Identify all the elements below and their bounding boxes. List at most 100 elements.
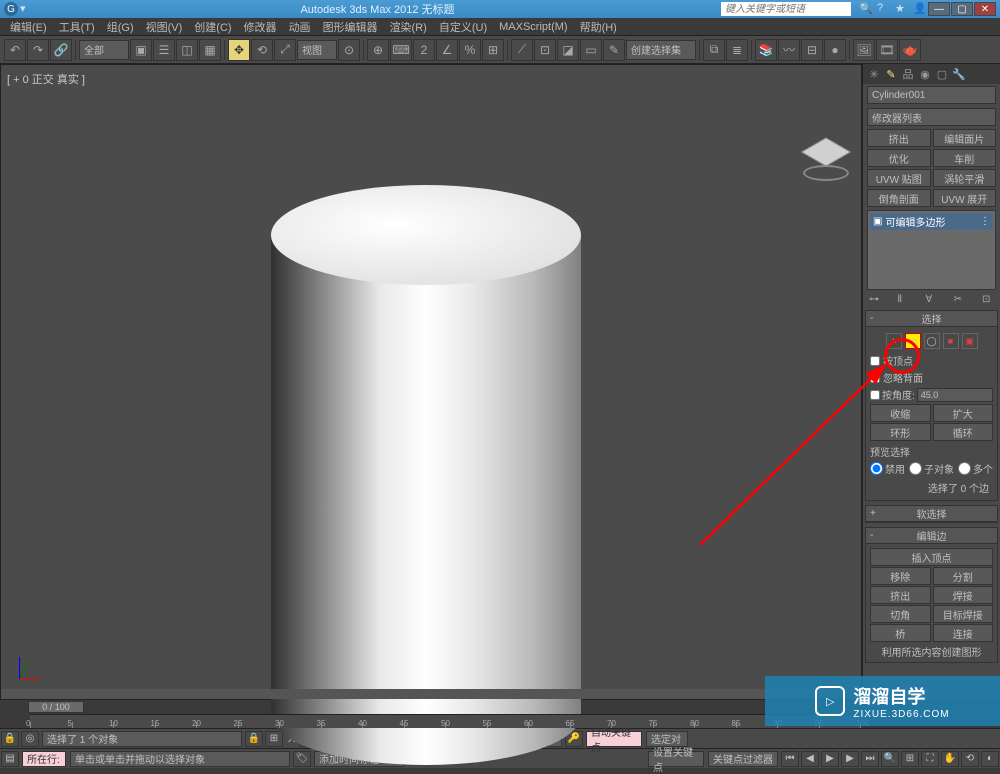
- zoom-all-icon[interactable]: ⊞: [901, 751, 919, 767]
- menu-group[interactable]: 组(G): [101, 19, 140, 35]
- menu-help[interactable]: 帮助(H): [574, 19, 623, 35]
- by-vertex-checkbox[interactable]: [870, 356, 880, 366]
- lock-sel-icon[interactable]: 🔒: [245, 731, 263, 747]
- rollout-head-editedge[interactable]: -编辑边: [866, 528, 997, 544]
- mod-optimize-button[interactable]: 优化: [867, 149, 931, 167]
- snap-toggle-button[interactable]: ⊞: [482, 39, 504, 61]
- script-icon[interactable]: ▤: [1, 751, 19, 767]
- keyboard-shortcut-button[interactable]: ⌨: [390, 39, 412, 61]
- snap-angle-button[interactable]: ∠: [436, 39, 458, 61]
- move-button[interactable]: ✥: [228, 39, 250, 61]
- mod-uvwunwrap-button[interactable]: UVW 展开: [933, 189, 997, 207]
- menu-tools[interactable]: 工具(T): [53, 19, 101, 35]
- create-tab-icon[interactable]: ✳: [867, 67, 881, 81]
- goto-start-icon[interactable]: ⏮: [781, 751, 799, 767]
- subobj-vertex-icon[interactable]: ∴: [886, 333, 902, 349]
- user-icon[interactable]: 👤: [913, 2, 927, 16]
- remove-mod-icon[interactable]: ✂: [954, 294, 966, 306]
- display-tab-icon[interactable]: ▢: [935, 67, 949, 81]
- connect-button[interactable]: 连接: [933, 624, 994, 642]
- pan-icon[interactable]: ✋: [941, 751, 959, 767]
- app-logo-icon[interactable]: G: [4, 2, 18, 16]
- subobj-edge-icon[interactable]: ◁: [905, 333, 921, 349]
- disable-radio[interactable]: [870, 462, 883, 475]
- shrink-button[interactable]: 收缩: [870, 404, 931, 422]
- viewport-label[interactable]: [ + 0 正交 真实 ]: [7, 71, 85, 87]
- configure-icon[interactable]: ⊡: [982, 294, 994, 306]
- rollout-head-selection[interactable]: -选择: [866, 311, 997, 327]
- orbit-icon[interactable]: ⟲: [961, 751, 979, 767]
- selection-filter[interactable]: 全部: [79, 40, 129, 60]
- subobj-element-icon[interactable]: ▣: [962, 333, 978, 349]
- menu-custom[interactable]: 自定义(U): [433, 19, 493, 35]
- snap-2d-button[interactable]: 2: [413, 39, 435, 61]
- lock-icon[interactable]: 🔒: [1, 731, 19, 747]
- menu-animation[interactable]: 动画: [283, 19, 317, 35]
- snap-edge-button[interactable]: ⟋: [511, 39, 533, 61]
- hierarchy-tab-icon[interactable]: 品: [901, 67, 915, 81]
- insert-vertex-button[interactable]: 插入顶点: [870, 548, 993, 566]
- curve-editor-button[interactable]: 〰: [778, 39, 800, 61]
- max-viewport-icon[interactable]: ⛶: [921, 751, 939, 767]
- goto-end-icon[interactable]: ⏭: [861, 751, 879, 767]
- remove-button[interactable]: 移除: [870, 567, 931, 585]
- menu-graph[interactable]: 图形编辑器: [317, 19, 384, 35]
- menu-render[interactable]: 渲染(R): [384, 19, 433, 35]
- mod-editpatch-button[interactable]: 编辑面片: [933, 129, 997, 147]
- help-icon[interactable]: ?: [877, 2, 891, 16]
- tag-icon[interactable]: 🏷: [293, 751, 311, 767]
- weld-button[interactable]: 焊接: [933, 586, 994, 604]
- autokey-button[interactable]: 自动关键点: [586, 731, 642, 747]
- menu-modifier[interactable]: 修改器: [238, 19, 283, 35]
- split-button[interactable]: 分割: [933, 567, 994, 585]
- select-name-button[interactable]: ☰: [153, 39, 175, 61]
- expand-icon[interactable]: ▣: [873, 216, 882, 227]
- timeline-ruler[interactable]: 0510152025303540455055606570758085909510…: [30, 714, 860, 728]
- ignore-backfacing-checkbox[interactable]: [870, 373, 880, 383]
- utilities-tab-icon[interactable]: 🔧: [952, 67, 966, 81]
- prev-frame-icon[interactable]: ◀: [801, 751, 819, 767]
- modify-tab-icon[interactable]: ✎: [884, 67, 898, 81]
- loop-button[interactable]: 循环: [933, 423, 994, 441]
- pin-stack-icon[interactable]: ⊶: [869, 294, 881, 306]
- schematic-button[interactable]: ⊟: [801, 39, 823, 61]
- rollout-head-soft[interactable]: +软选择: [866, 506, 997, 522]
- scale-button[interactable]: ⤢: [274, 39, 296, 61]
- render-frame-button[interactable]: 🎞: [876, 39, 898, 61]
- bridge-button[interactable]: 桥: [870, 624, 931, 642]
- object-name-field[interactable]: Cylinder001: [867, 86, 996, 104]
- mod-extrude-button[interactable]: 挤出: [867, 129, 931, 147]
- time-slider-thumb[interactable]: 0 / 100: [28, 701, 84, 713]
- grow-button[interactable]: 扩大: [933, 404, 994, 422]
- keyfilter-button[interactable]: 关键点过滤器: [708, 751, 778, 767]
- named-selection-set[interactable]: 创建选择集: [626, 40, 696, 60]
- snap-vertex-button[interactable]: ⊡: [534, 39, 556, 61]
- now-field[interactable]: 所在行:: [22, 751, 66, 767]
- ring-button[interactable]: 环形: [870, 423, 931, 441]
- use-pivot-button[interactable]: ⊙: [338, 39, 360, 61]
- redo-button[interactable]: ↷: [27, 39, 49, 61]
- snap-3d-button[interactable]: %: [459, 39, 481, 61]
- zoom-icon[interactable]: 🔍: [881, 751, 899, 767]
- quick-align-button[interactable]: ✎: [603, 39, 625, 61]
- maximize-button[interactable]: ▢: [951, 2, 973, 16]
- menu-maxscript[interactable]: MAXScript(M): [493, 21, 573, 33]
- isolate-icon[interactable]: ◎: [21, 731, 39, 747]
- subobj-radio[interactable]: [909, 462, 922, 475]
- help-search-input[interactable]: [721, 2, 851, 16]
- modifier-list[interactable]: 修改器列表: [867, 108, 996, 126]
- mirror2-button[interactable]: ⧉: [703, 39, 725, 61]
- by-angle-checkbox[interactable]: [870, 390, 880, 400]
- mirror-button[interactable]: ◪: [557, 39, 579, 61]
- setkey-button[interactable]: 设置关键点: [648, 751, 704, 767]
- align-button[interactable]: ▭: [580, 39, 602, 61]
- motion-tab-icon[interactable]: ◉: [918, 67, 932, 81]
- link-button[interactable]: 🔗: [50, 39, 72, 61]
- dropdown-icon[interactable]: ▾: [20, 2, 34, 16]
- manipulate-button[interactable]: ⊕: [367, 39, 389, 61]
- undo-button[interactable]: ↶: [4, 39, 26, 61]
- show-end-icon[interactable]: Ⅱ: [897, 294, 909, 306]
- create-shape-label[interactable]: 利用所选内容创建图形: [870, 644, 993, 659]
- layer-button[interactable]: 📚: [755, 39, 777, 61]
- mod-bevelprofile-button[interactable]: 倒角剖面: [867, 189, 931, 207]
